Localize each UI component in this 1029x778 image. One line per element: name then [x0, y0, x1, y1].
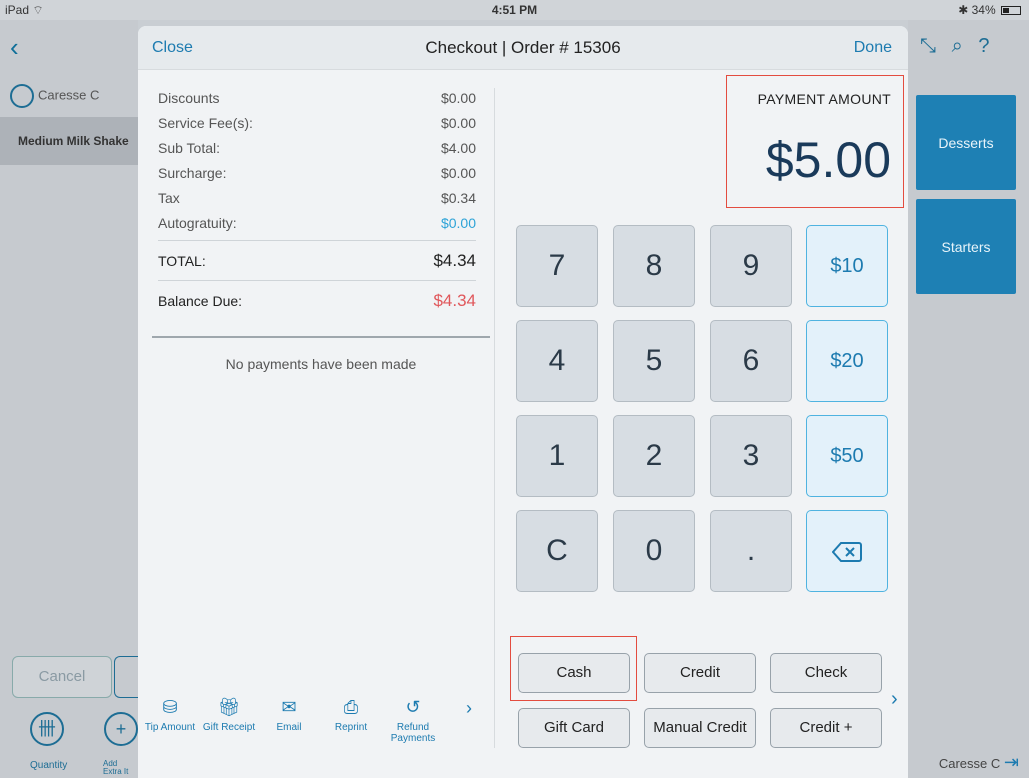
cash-button[interactable]: Cash: [518, 653, 630, 693]
category-desserts[interactable]: Desserts: [916, 95, 1016, 190]
key-1[interactable]: 1: [516, 415, 598, 497]
modal-title: Checkout | Order # 15306: [425, 38, 621, 57]
gift-receipt-button[interactable]: 🎁︎ Gift Receipt: [199, 694, 259, 733]
gift-card-button[interactable]: Gift Card: [518, 708, 630, 748]
refund-icon: ↺: [405, 697, 421, 717]
add-extra-icon[interactable]: +: [104, 712, 138, 746]
quantity-icon[interactable]: 卌: [30, 712, 64, 746]
summary-row: Sub Total: $4.00: [158, 140, 476, 156]
help-icon[interactable]: ?: [978, 35, 989, 57]
reprint-button[interactable]: ⎙ Reprint: [321, 694, 381, 733]
divider: [494, 88, 495, 748]
printer-icon: ⎙: [343, 697, 359, 717]
category-starters[interactable]: Starters: [916, 199, 1016, 294]
quick-cash-10[interactable]: $10: [806, 225, 888, 307]
modal-header: Close Checkout | Order # 15306 Done: [138, 26, 908, 70]
key-6[interactable]: 6: [710, 320, 792, 402]
credit-button[interactable]: Credit: [644, 653, 756, 693]
background-user: Caresse C: [10, 84, 99, 108]
status-bar: iPad ⌔ 4:51 PM ✱ 34%: [0, 0, 1029, 20]
clock: 4:51 PM: [491, 3, 538, 17]
summary-row: Service Fee(s): $0.00: [158, 115, 476, 131]
battery-status: ✱ 34%: [958, 3, 1021, 17]
key-4[interactable]: 4: [516, 320, 598, 402]
gift-icon: 🎁︎: [217, 697, 241, 717]
quick-cash-20[interactable]: $20: [806, 320, 888, 402]
toolbar-icons: ⤡ ⌕ ?: [920, 35, 989, 58]
coins-icon: ⛁: [162, 697, 178, 717]
checkout-modal: Close Checkout | Order # 15306 Done Disc…: [138, 26, 908, 778]
add-extra-label: Add Extra It: [103, 759, 129, 776]
payment-amount-value: $5.00: [765, 132, 891, 188]
key-clear[interactable]: C: [516, 510, 598, 592]
done-button[interactable]: Done: [854, 39, 892, 57]
payment-amount-display: PAYMENT AMOUNT $5.00: [726, 75, 904, 208]
order-summary: Discounts $0.00 Service Fee(s): $0.00 Sub …: [158, 90, 476, 320]
tip-amount-button[interactable]: ⛁ Tip Amount: [140, 694, 200, 733]
credit-plus-button[interactable]: Credit +: [770, 708, 882, 748]
total-row: TOTAL: $4.34: [158, 240, 476, 280]
backspace-key[interactable]: [806, 510, 888, 592]
check-button[interactable]: Check: [770, 653, 882, 693]
bluetooth-icon: ✱: [958, 3, 969, 17]
quick-cash-50[interactable]: $50: [806, 415, 888, 497]
more-methods-chevron-icon[interactable]: ›: [891, 688, 898, 711]
summary-row: Discounts $0.00: [158, 90, 476, 106]
key-5[interactable]: 5: [613, 320, 695, 402]
payment-amount-label: PAYMENT AMOUNT: [757, 91, 891, 107]
key-0[interactable]: 0: [613, 510, 695, 592]
refund-payments-button[interactable]: ↺ Refund Payments: [383, 694, 443, 744]
manual-credit-button[interactable]: Manual Credit: [644, 708, 756, 748]
key-7[interactable]: 7: [516, 225, 598, 307]
order-item[interactable]: Medium Milk Shake: [0, 117, 138, 165]
user-icon: [10, 84, 34, 108]
back-chevron-icon[interactable]: ‹: [10, 32, 19, 63]
logout-user[interactable]: Caresse C ⇥: [939, 752, 1019, 773]
key-3[interactable]: 3: [710, 415, 792, 497]
search-icon[interactable]: ⌕: [952, 35, 963, 57]
battery-icon: [1001, 6, 1021, 15]
quantity-label: Quantity: [30, 760, 68, 771]
balance-row: Balance Due: $4.34: [158, 280, 476, 320]
key-8[interactable]: 8: [613, 225, 695, 307]
summary-row: Autogratuity: $0.00: [158, 215, 476, 231]
no-payments-message: No payments have been made: [152, 336, 490, 372]
key-decimal[interactable]: .: [710, 510, 792, 592]
logout-icon[interactable]: ⇥: [1004, 752, 1019, 772]
more-tools-chevron-icon[interactable]: ›: [466, 698, 472, 719]
collapse-icon[interactable]: ⤡: [920, 35, 936, 57]
backspace-icon: [831, 541, 862, 562]
key-2[interactable]: 2: [613, 415, 695, 497]
email-button[interactable]: ✉ Email: [259, 694, 319, 733]
key-9[interactable]: 9: [710, 225, 792, 307]
background-cancel-button[interactable]: Cancel: [12, 656, 112, 698]
summary-row: Tax $0.34: [158, 190, 476, 206]
summary-row: Surcharge: $0.00: [158, 165, 476, 181]
email-icon: ✉: [281, 697, 297, 717]
